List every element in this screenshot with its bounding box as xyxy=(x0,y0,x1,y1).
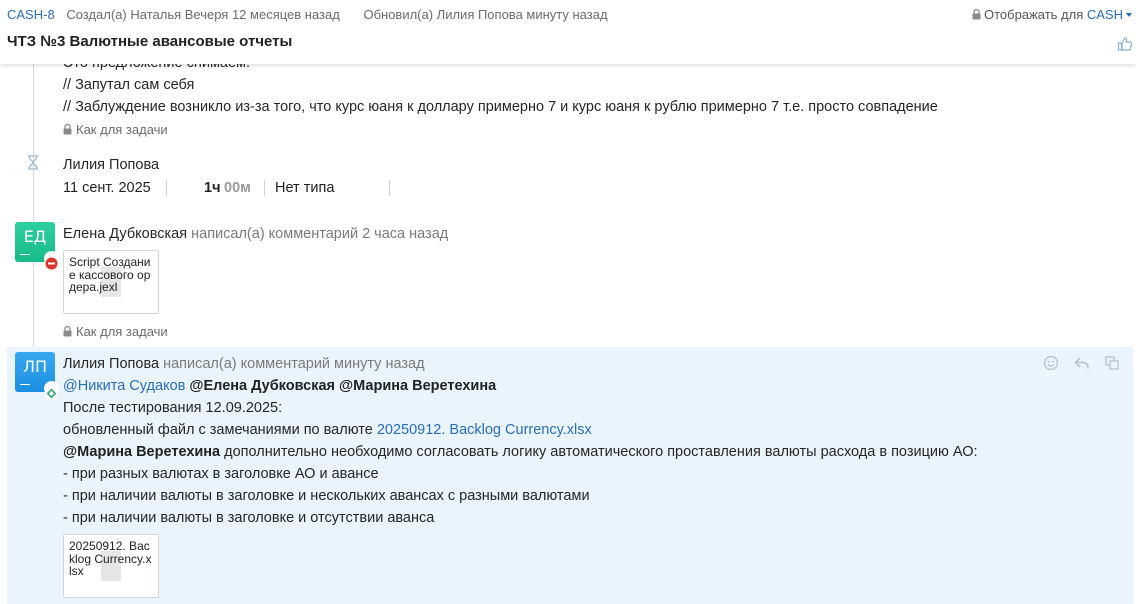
comment-action: написал(а) комментарий минуту назад xyxy=(163,356,425,372)
attachment-name: Script Создание кассового ордера.jexl xyxy=(69,255,151,294)
comment-scope[interactable]: Как для задачи xyxy=(63,122,168,137)
avatar[interactable]: ЕД xyxy=(15,222,59,270)
comment-header: Лилия Попова написал(а) комментарий мину… xyxy=(63,356,425,372)
thumbs-up-icon[interactable] xyxy=(1117,36,1133,55)
text-fragment: дополнительно необходимо согласовать лог… xyxy=(224,444,978,460)
avatar-dash xyxy=(20,254,30,255)
updated-info: Обновил(а) Лилия Попова минуту назад xyxy=(363,7,608,22)
comment-text-line: // Запутал сам себя xyxy=(63,77,195,93)
lock-icon xyxy=(972,8,981,23)
comment-text-line: // Заблуждение возникло из-за того, что … xyxy=(63,99,938,115)
issue-header: CASH-8 Создал(а) Наталья Вечеря 12 месяц… xyxy=(0,0,1136,64)
worklog-minutes: 00м xyxy=(224,180,251,196)
worklog-author: Лилия Попова xyxy=(63,157,160,173)
mention[interactable]: @Марина Веретехина xyxy=(339,378,496,394)
bullet-item: - при наличии валюты в заголовке и неско… xyxy=(63,488,590,504)
text-fragment: обновленный файл с замечаниями по валюте xyxy=(63,422,373,438)
divider xyxy=(166,180,167,196)
avatar[interactable]: ЛП xyxy=(15,352,59,400)
comment-author[interactable]: Елена Дубковская xyxy=(63,226,187,242)
attachment-thumbnail[interactable]: 20250912. Backlog Currency.xlsx xyxy=(63,534,159,598)
visibility-project: CASH xyxy=(1086,7,1123,22)
lock-icon xyxy=(63,324,76,339)
issue-key-link[interactable]: CASH-8 xyxy=(7,7,55,22)
avatar-dash xyxy=(20,384,30,385)
reply-icon[interactable] xyxy=(1074,355,1090,374)
attachment-thumbnail[interactable]: Script Создание кассового ордера.jexl xyxy=(63,250,159,314)
comment-scope[interactable]: Как для задачи xyxy=(63,324,168,339)
file-link[interactable]: 20250912. Backlog Currency.xlsx xyxy=(377,422,592,438)
status-badge-icon xyxy=(44,251,59,270)
visibility-label: Отображать для xyxy=(984,7,1084,22)
comment-author[interactable]: Лилия Попова xyxy=(63,356,159,372)
divider xyxy=(389,180,390,196)
worklog-type: Нет типа xyxy=(275,180,335,196)
worklog-date: 11 сент. 2025 xyxy=(63,180,151,196)
avatar-initials: ЛП xyxy=(22,357,48,376)
worklog-hours: 1ч xyxy=(204,180,221,196)
visibility-selector[interactable]: Отображать для CASH xyxy=(972,7,1132,23)
scope-label: Как для задачи xyxy=(76,122,168,137)
mention[interactable]: @Марина Веретехина xyxy=(63,444,220,460)
chevron-down-icon xyxy=(1126,13,1132,17)
status-badge-icon xyxy=(44,381,59,400)
lock-icon xyxy=(63,122,76,137)
comment-text-line: После тестирования 12.09.2025: xyxy=(63,400,283,416)
bullet-item: - при наличии валюты в заголовке и отсут… xyxy=(63,510,435,526)
issue-meta-row: CASH-8 Создал(а) Наталья Вечеря 12 месяц… xyxy=(7,7,1132,25)
scope-label: Как для задачи xyxy=(76,324,168,339)
comment-action: написал(а) комментарий 2 часа назад xyxy=(191,226,449,242)
hourglass-icon xyxy=(27,155,39,173)
comment-header: Елена Дубковская написал(а) комментарий … xyxy=(63,226,448,242)
comment-text-line: @Марина Веретехина дополнительно необход… xyxy=(63,444,978,460)
page-title: ЧТЗ №3 Валютные авансовые отчеты xyxy=(7,33,293,50)
created-info: Создал(а) Наталья Вечеря 12 месяцев наза… xyxy=(66,7,340,22)
avatar-initials: ЕД xyxy=(23,227,47,246)
mention-link[interactable]: @Никита Судаков xyxy=(63,378,185,394)
emoji-icon[interactable] xyxy=(1043,355,1059,374)
mention[interactable]: @Елена Дубковская xyxy=(189,378,335,394)
copy-icon[interactable] xyxy=(1104,355,1120,374)
bullet-item: - при разных валютах в заголовке АО и ав… xyxy=(63,466,379,482)
divider xyxy=(264,180,265,196)
comment-text-line: обновленный файл с замечаниями по валюте… xyxy=(63,422,592,438)
comment-text-line: @Никита Судаков @Елена Дубковская @Марин… xyxy=(63,378,496,394)
timeline-line xyxy=(33,64,34,349)
